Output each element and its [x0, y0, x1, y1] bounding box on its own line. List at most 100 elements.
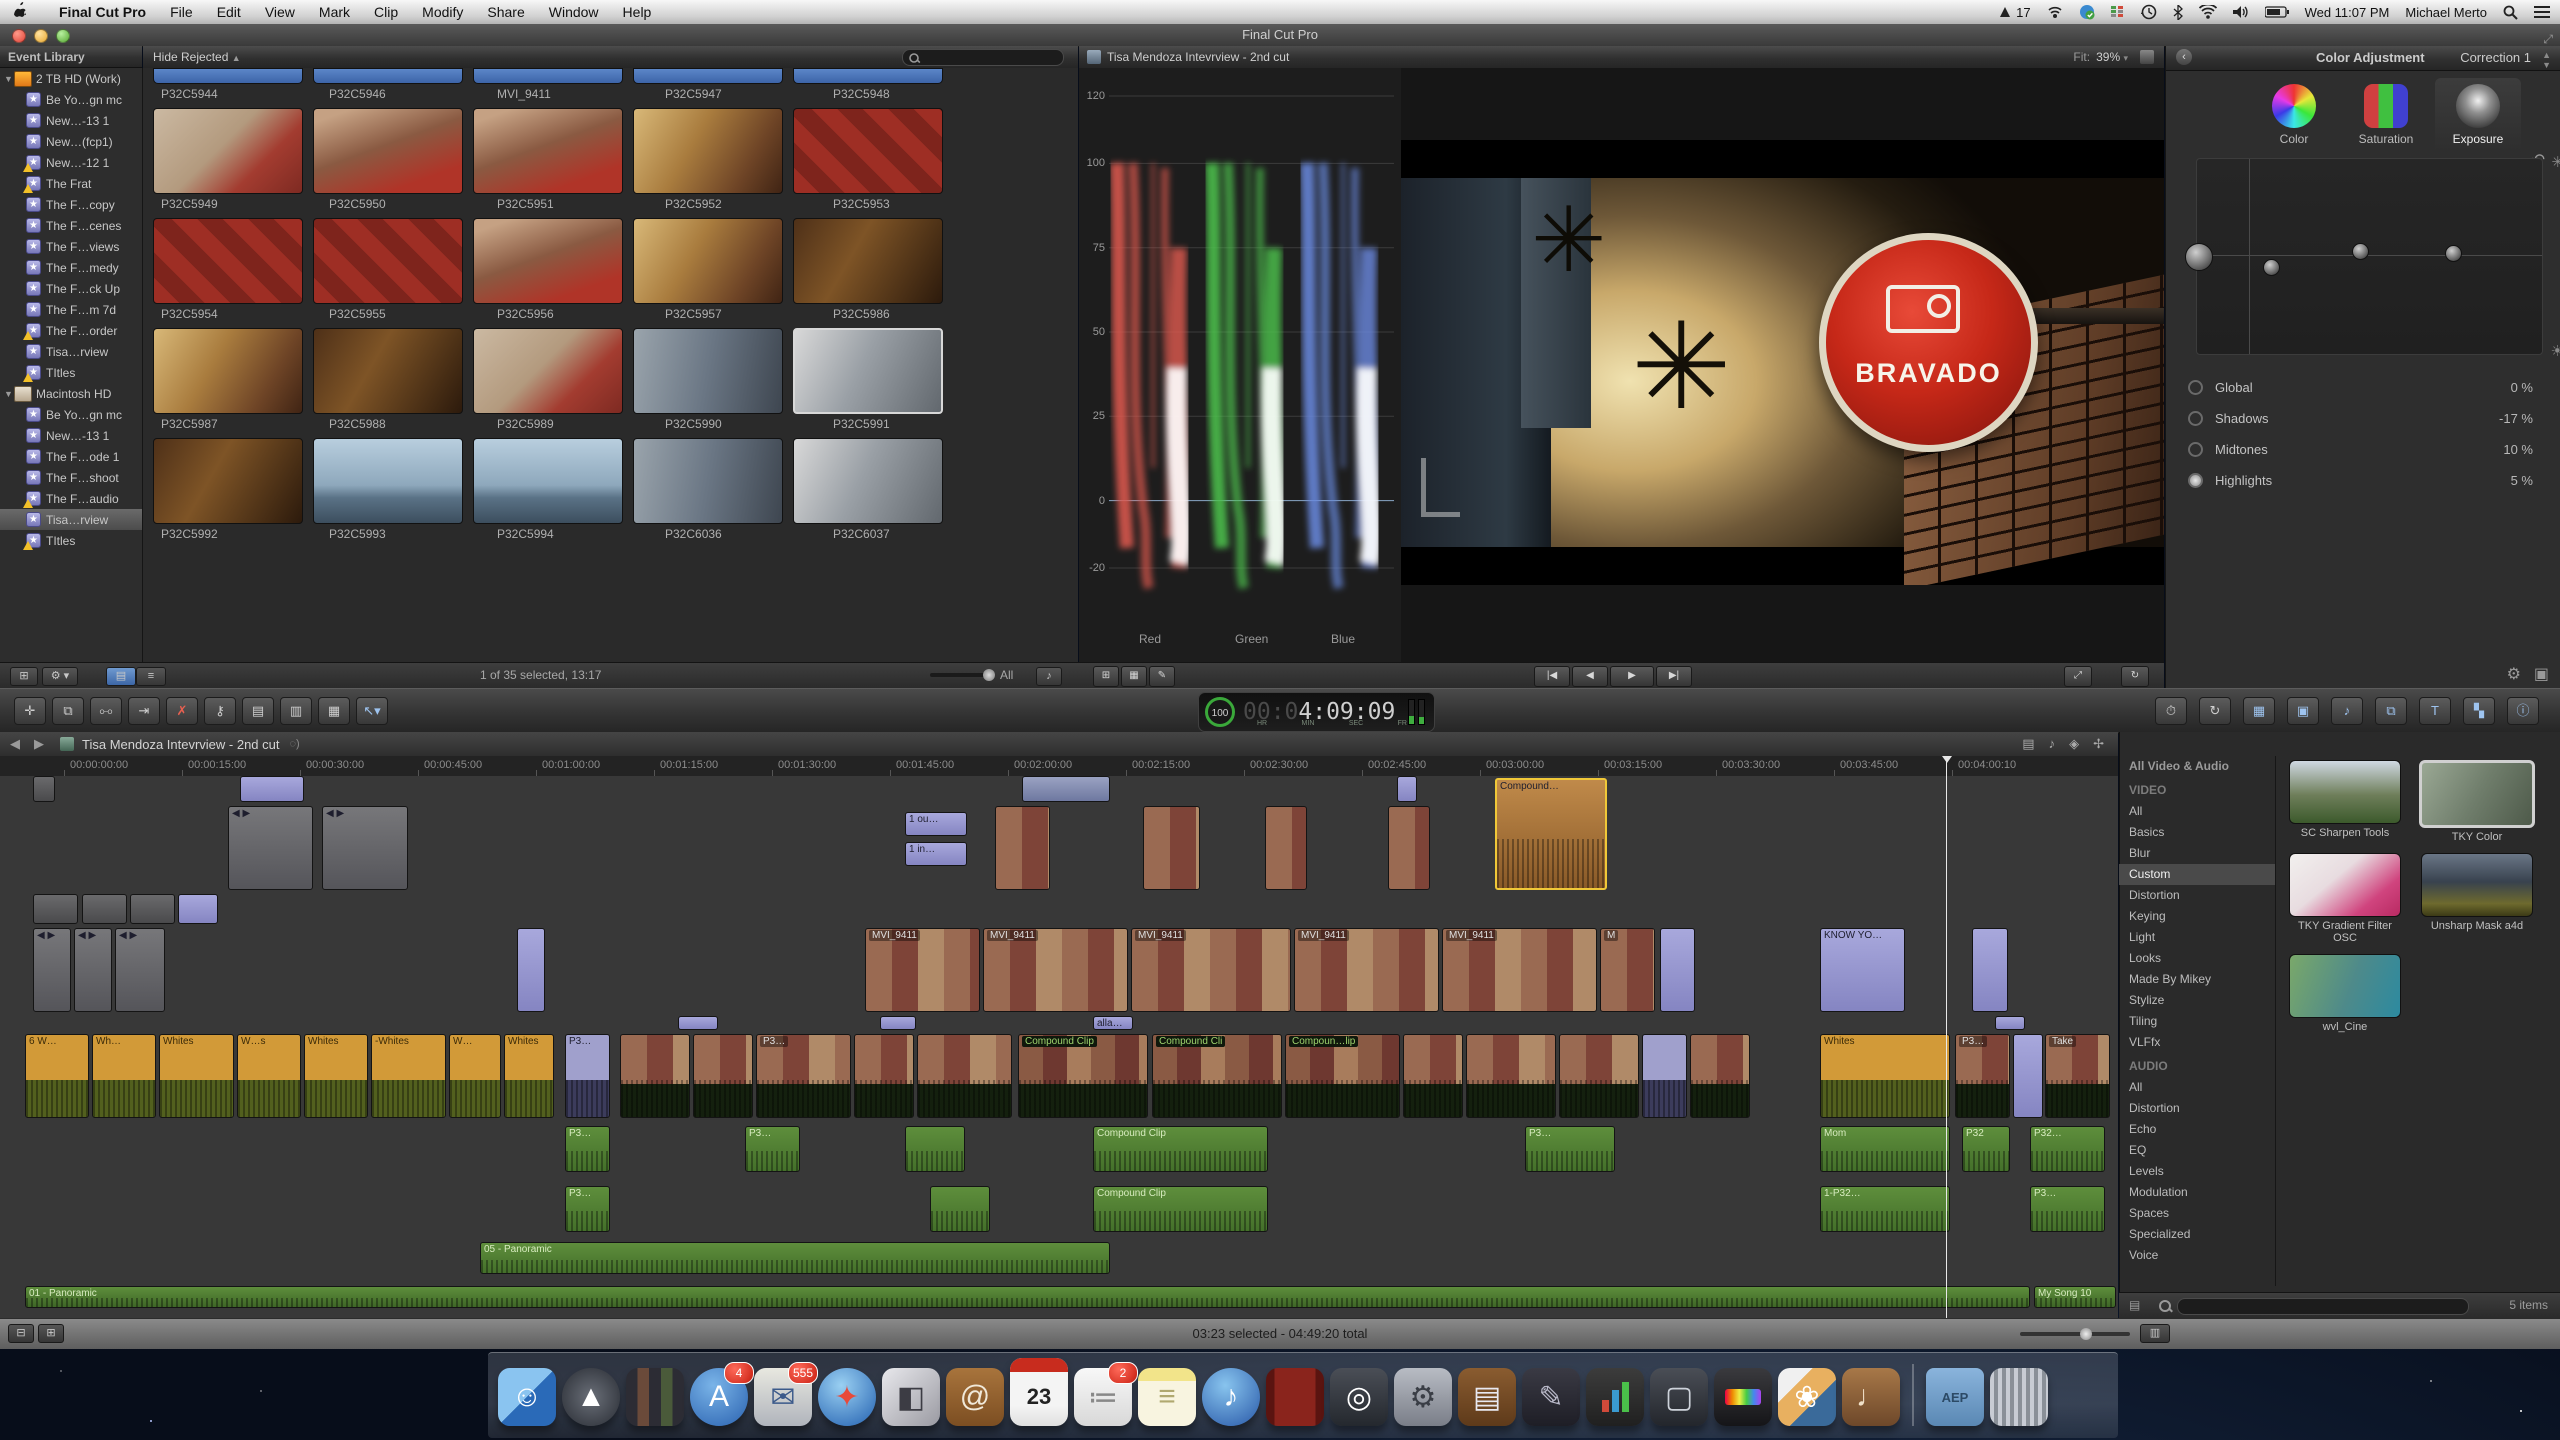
fx-audio-category-modulation[interactable]: Modulation	[2119, 1182, 2275, 1203]
effect-thumbnail[interactable]	[2419, 760, 2535, 828]
timeline-clip-p3-[interactable]: P3…	[1955, 1034, 2010, 1118]
timeline-clip[interactable]	[517, 928, 545, 1012]
playback-rate-dial[interactable]: 100	[1205, 697, 1235, 727]
arrow-tool[interactable]: ✛	[14, 697, 46, 725]
effect-item[interactable]: TKY Gradient Filter OSC	[2286, 853, 2404, 944]
menu-share[interactable]: Share	[475, 4, 536, 20]
effect-thumbnail[interactable]	[2421, 853, 2533, 917]
fx-category-custom[interactable]: Custom	[2119, 864, 2275, 885]
istat-bars-icon[interactable]	[2111, 3, 2125, 21]
audio-skimming-button[interactable]: ♪	[1036, 667, 1062, 686]
event-item[interactable]: ★New…-12 1	[0, 152, 142, 173]
timeline-ruler[interactable]: 00:00:00:0000:00:15:0000:00:30:0000:00:4…	[0, 756, 2118, 777]
timeline-clip[interactable]	[33, 776, 55, 802]
timeline-clip-whites[interactable]: Whites	[304, 1034, 368, 1118]
timeline-back-button[interactable]: ◀	[10, 736, 20, 752]
effect-item[interactable]: Unsharp Mask a4d	[2418, 853, 2536, 944]
playhead[interactable]	[1946, 756, 1947, 1318]
dock-icon-facetime[interactable]: ◧	[882, 1368, 940, 1426]
menu-view[interactable]: View	[253, 4, 307, 20]
fx-category-stylize[interactable]: Stylize	[2119, 990, 2275, 1011]
timeline-clip[interactable]	[82, 894, 127, 924]
clip-thumbnail[interactable]	[313, 108, 463, 194]
dock-icon-calendar[interactable]: 23	[1010, 1358, 1068, 1426]
timeline-clip-mvi-9411[interactable]: MVI_9411	[865, 928, 980, 1012]
clip-thumbnail[interactable]	[473, 108, 623, 194]
delete-selection[interactable]: ✗	[166, 697, 198, 725]
effect-thumbnail[interactable]	[2289, 760, 2401, 824]
event-item[interactable]: ★The F…audio	[0, 488, 142, 509]
timeline-clip-p3-[interactable]: P3…	[565, 1034, 610, 1118]
timeline-clip[interactable]	[1388, 806, 1430, 890]
dock-icon-chart-app[interactable]	[1586, 1368, 1644, 1426]
zoom-slider-knob[interactable]	[2080, 1328, 2092, 1340]
dock-icon-trash[interactable]	[1990, 1368, 2048, 1426]
dock-icon-notes[interactable]: ≡	[1138, 1368, 1196, 1426]
timeline-clip[interactable]	[620, 1034, 690, 1118]
clip-thumbnail-partial[interactable]	[633, 68, 783, 84]
timeline-clip[interactable]	[1403, 1034, 1463, 1118]
fx-category-blur[interactable]: Blur	[2119, 843, 2275, 864]
event-item[interactable]: ★New…-13 1	[0, 110, 142, 131]
tab-exposure[interactable]: Exposure	[2435, 78, 2521, 152]
radio-global[interactable]	[2188, 380, 2203, 395]
clip-thumbnail-partial[interactable]	[313, 68, 463, 84]
fx-audio-category-echo[interactable]: Echo	[2119, 1119, 2275, 1140]
timeline-clip[interactable]	[2013, 1034, 2043, 1118]
timeline-clip[interactable]	[1022, 776, 1110, 802]
filter-popup[interactable]: Hide Rejected ▲	[153, 50, 241, 64]
timeline-clip[interactable]	[240, 776, 304, 802]
clip-thumbnail[interactable]	[313, 218, 463, 304]
dock-icon-iphoto[interactable]: ❀	[1778, 1368, 1836, 1426]
timeline-clip-whites[interactable]: Whites	[1820, 1034, 1950, 1118]
clip-thumbnail-partial[interactable]	[153, 68, 303, 84]
clip-thumbnail[interactable]	[313, 328, 463, 414]
effects-filmstrip-icon[interactable]: ▤	[2129, 1298, 2140, 1312]
library-group-macintosh-hd[interactable]: ▼Macintosh HD	[0, 383, 142, 404]
fx-audio-category-levels[interactable]: Levels	[2119, 1161, 2275, 1182]
clip-thumbnail[interactable]	[633, 218, 783, 304]
menu-modify[interactable]: Modify	[410, 4, 475, 20]
timeline-clip-w-[interactable]: W…	[449, 1034, 501, 1118]
clip-thumbnail[interactable]	[473, 218, 623, 304]
timeline-clip-05-panoramic[interactable]: 05 - Panoramic	[480, 1242, 1110, 1274]
titles-browser[interactable]: T	[2419, 697, 2451, 725]
event-item[interactable]: ★TItles	[0, 530, 142, 551]
timeline-clip[interactable]	[1559, 1034, 1639, 1118]
timeline-clip-compound-cli[interactable]: Compound Cli	[1152, 1034, 1282, 1118]
fx-audio-category-specialized[interactable]: Specialized	[2119, 1224, 2275, 1245]
effect-item[interactable]: SC Sharpen Tools	[2286, 760, 2404, 843]
timeline-clip-whites[interactable]: Whites	[504, 1034, 554, 1118]
photos-browser[interactable]: ▣	[2287, 697, 2319, 725]
expand-icon[interactable]: ⤢	[2543, 32, 2553, 47]
dock-icon-contacts[interactable]: @	[946, 1368, 1004, 1426]
minimize-window-button[interactable]	[34, 29, 48, 43]
exposure-control-highlights[interactable]: Highlights5 %	[2166, 465, 2560, 496]
library-group-2tb-hd[interactable]: ▼2 TB HD (Work)	[0, 68, 142, 89]
timeline-clip-mvi-9411[interactable]: MVI_9411	[983, 928, 1128, 1012]
duration-all-label[interactable]: All	[1000, 668, 1013, 682]
notification-list-icon[interactable]	[2534, 3, 2550, 21]
timeline-clip[interactable]	[1265, 806, 1307, 890]
timeline-clip[interactable]	[1642, 1034, 1687, 1118]
event-item[interactable]: ★Tisa…rview	[0, 341, 142, 362]
event-item[interactable]: ★Tisa…rview	[0, 509, 142, 530]
exposure-board[interactable]: ✳ ☀	[2196, 158, 2543, 355]
menu-user[interactable]: Michael Merto	[2405, 5, 2487, 20]
zoom-level-popup[interactable]: 39% ▾	[2096, 50, 2128, 64]
timeline-clip[interactable]	[880, 1016, 916, 1030]
event-item[interactable]: ★The F…cenes	[0, 215, 142, 236]
spotlight-icon[interactable]	[2503, 3, 2518, 21]
timeline-clip-p3-[interactable]: P3…	[756, 1034, 851, 1118]
shadows-puck[interactable]	[2263, 259, 2280, 276]
audio-solo-button[interactable]: ♪	[2049, 736, 2056, 752]
timeline-clip-p3-[interactable]: P3…	[565, 1186, 610, 1232]
fx-category-tiling[interactable]: Tiling	[2119, 1011, 2275, 1032]
browser-search-input[interactable]	[902, 49, 1064, 66]
timeline-clip-1-in-[interactable]: 1 in…	[905, 842, 967, 866]
timeline-clip[interactable]	[130, 894, 175, 924]
event-item[interactable]: ★The F…shoot	[0, 467, 142, 488]
dock-icon-mail[interactable]: ✉555	[754, 1368, 812, 1426]
timeline-clip-1-ou-[interactable]: 1 ou…	[905, 812, 967, 836]
list-view-button[interactable]: ≡	[136, 667, 166, 686]
